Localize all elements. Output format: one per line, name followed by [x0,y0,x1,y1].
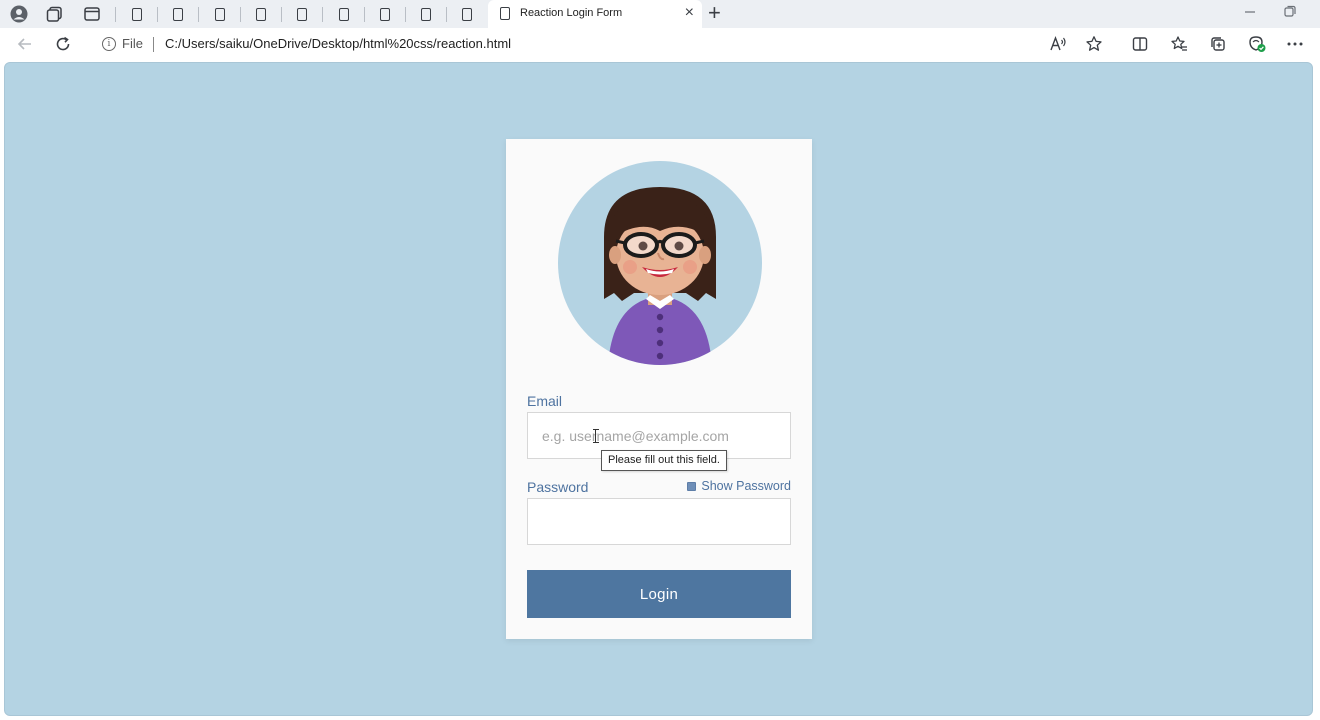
more-icon[interactable] [1285,34,1305,54]
favorites-icon[interactable] [1169,34,1189,54]
login-button[interactable]: Login [527,570,791,618]
page-icon[interactable] [168,4,188,24]
read-aloud-icon[interactable] [1048,34,1068,54]
profile-icon[interactable] [9,4,29,24]
refresh-icon[interactable] [53,34,73,54]
show-password-checkbox[interactable] [687,481,697,491]
new-tab-icon[interactable]: + [708,1,721,25]
site-info[interactable]: i File [102,36,143,51]
info-icon: i [102,36,116,51]
workspaces-icon[interactable] [45,4,65,24]
login-card: Email Please fill out this field. Passwo… [506,139,812,639]
minimize-icon[interactable] [1243,4,1257,21]
page-icon[interactable] [457,4,477,24]
text-cursor-icon [593,429,601,443]
tab-title: Reaction Login Form [520,7,623,19]
page-icon[interactable] [334,4,354,24]
show-password-toggle[interactable]: Show Password [687,479,791,493]
page-icon[interactable] [210,4,230,24]
page-icon [500,7,510,20]
avatar [558,161,762,365]
page-icon[interactable] [416,4,436,24]
back-icon[interactable] [15,34,35,54]
page-icon[interactable] [292,4,312,24]
page-icon[interactable] [251,4,271,24]
tab-strip: Reaction Login Form × + [0,0,1320,28]
favorite-star-icon[interactable] [1084,34,1104,54]
password-label: Password [527,479,589,495]
page-icon[interactable] [127,4,147,24]
email-label: Email [527,393,563,409]
close-tab-icon[interactable]: × [685,3,694,23]
address-scheme-label: File [122,36,143,51]
address-bar-url[interactable]: C:/Users/saiku/OneDrive/Desktop/html%20c… [165,36,511,51]
page-viewport: Email Please fill out this field. Passwo… [4,62,1313,716]
browser-toolbar: i File C:/Users/saiku/OneDrive/Desktop/h… [0,28,1320,60]
woman-with-glasses-illustration [604,187,716,365]
collections-icon[interactable] [1208,34,1228,54]
tab-actions-icon[interactable] [82,4,102,24]
validation-tooltip: Please fill out this field. [601,450,727,471]
restore-icon[interactable] [1283,4,1297,21]
split-screen-icon[interactable] [1130,34,1150,54]
password-input[interactable] [527,498,791,545]
tab-reaction-login-form[interactable]: Reaction Login Form × [488,0,702,28]
show-password-label: Show Password [701,479,791,493]
page-icon[interactable] [375,4,395,24]
browser-essentials-icon[interactable] [1247,34,1267,54]
